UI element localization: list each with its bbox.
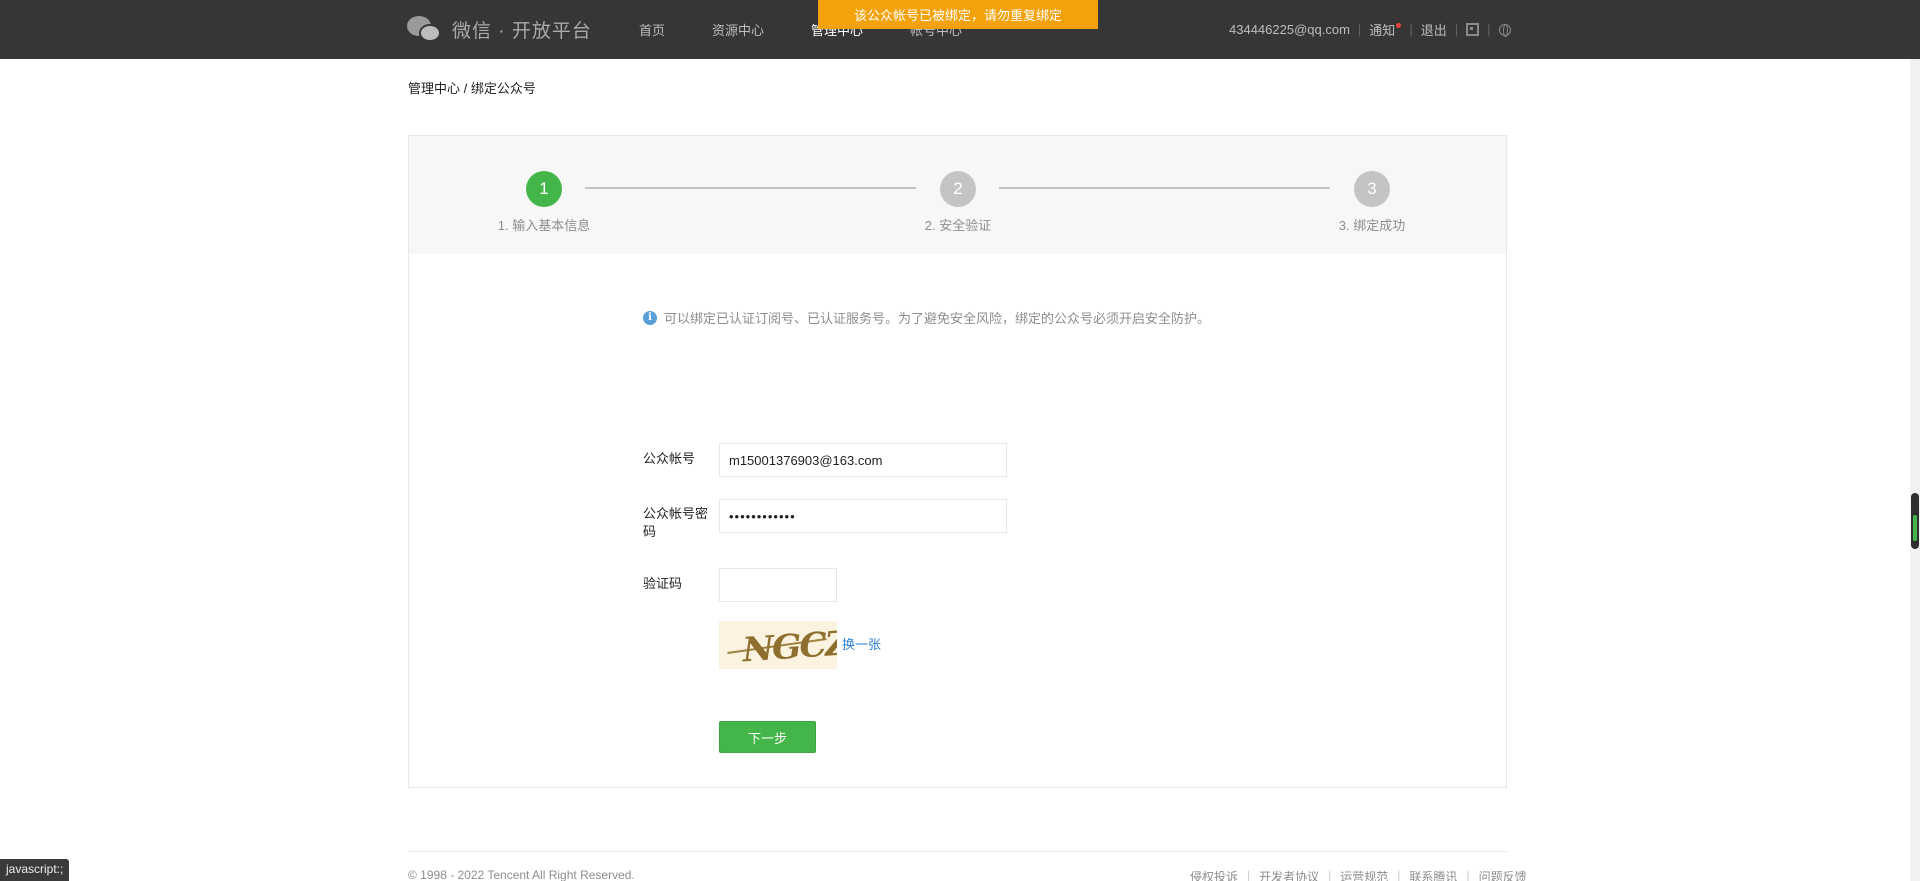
info-icon: i: [643, 310, 657, 325]
qrcode-icon[interactable]: [1466, 23, 1480, 36]
scrollbar-thumb[interactable]: [1911, 493, 1919, 549]
nav-item-resources[interactable]: 资源中心: [712, 20, 764, 39]
footer-divider: [408, 851, 1507, 852]
nav-item-home[interactable]: 首页: [639, 20, 665, 39]
step-connector: [999, 187, 1330, 189]
footer-link-infringement[interactable]: 侵权投诉: [1190, 868, 1238, 881]
user-menu: 434446225@qq.com | 通知 | 退出 | |: [1229, 20, 1511, 39]
divider: |: [1397, 868, 1401, 881]
footer-links: 侵权投诉 | 开发者协议 | 运营规范 | 联系腾讯 | 问题反馈: [1190, 868, 1527, 881]
step-connector: [585, 187, 916, 189]
notice-text: 可以绑定已认证订阅号、已认证服务号。为了避免安全风险，绑定的公众号必须开启安全防…: [664, 311, 1211, 326]
bind-account-card: 1 1. 输入基本信息 2 2. 安全验证 3 3. 绑定成功 i 可以绑定已认…: [408, 135, 1507, 788]
step-label: 2. 安全验证: [924, 218, 992, 233]
refresh-captcha-link[interactable]: 换一张: [842, 634, 881, 653]
account-input[interactable]: [719, 443, 1007, 477]
footer-link-contact[interactable]: 联系腾讯: [1409, 868, 1457, 881]
step-number: 3: [1354, 171, 1390, 207]
captcha-input[interactable]: [719, 568, 837, 602]
step-2: 2 2. 安全验证: [898, 171, 1018, 234]
captcha-label: 验证码: [643, 576, 683, 591]
copyright: © 1998 - 2022 Tencent All Right Reserved…: [408, 868, 635, 881]
step-label: 3. 绑定成功: [1338, 218, 1406, 233]
notify-link[interactable]: 通知: [1369, 20, 1402, 39]
browser-status-bar: javascript:;: [0, 859, 70, 881]
captcha-image-text: NGCZ: [739, 623, 837, 669]
divider: |: [1409, 22, 1413, 37]
divider: |: [1454, 22, 1459, 37]
scrollbar-track[interactable]: [1910, 59, 1920, 881]
step-number: 1: [526, 171, 562, 207]
divider: |: [1247, 868, 1251, 881]
step-1: 1 1. 输入基本信息: [484, 171, 604, 234]
footer-link-operation-rules[interactable]: 运营规范: [1340, 868, 1388, 881]
wechat-logo-icon: [407, 14, 442, 44]
account-label: 公众帐号: [643, 451, 696, 466]
step-label: 1. 输入基本信息: [497, 218, 591, 233]
captcha-image[interactable]: NGCZ: [719, 621, 837, 669]
step-number: 2: [940, 171, 976, 207]
divider: |: [1357, 22, 1362, 37]
divider: |: [1328, 868, 1332, 881]
password-label: 公众帐号密码: [643, 506, 709, 539]
next-button[interactable]: 下一步: [719, 721, 816, 753]
error-toast: 该公众帐号已被绑定，请勿重复绑定: [818, 0, 1098, 29]
logout-link[interactable]: 退出: [1421, 20, 1447, 39]
divider: |: [1487, 22, 1491, 37]
notification-dot-icon: [1396, 23, 1402, 28]
password-input[interactable]: [719, 499, 1007, 533]
globe-icon[interactable]: [1498, 23, 1511, 37]
notify-label: 通知: [1369, 23, 1396, 38]
divider: |: [1466, 868, 1470, 881]
footer-link-dev-agreement[interactable]: 开发者协议: [1259, 868, 1319, 881]
user-email[interactable]: 434446225@qq.com: [1229, 22, 1350, 37]
logo[interactable]: 微信 · 开放平台: [407, 14, 592, 44]
step-indicator: 1 1. 输入基本信息 2 2. 安全验证 3 3. 绑定成功: [409, 136, 1506, 254]
footer-link-feedback[interactable]: 问题反馈: [1479, 868, 1527, 881]
step-3: 3 3. 绑定成功: [1312, 171, 1432, 234]
logo-text: 微信 · 开放平台: [452, 20, 592, 42]
breadcrumb: 管理中心 / 绑定公众号: [408, 81, 536, 96]
notice: i 可以绑定已认证订阅号、已认证服务号。为了避免安全风险，绑定的公众号必须开启安…: [643, 308, 1210, 327]
